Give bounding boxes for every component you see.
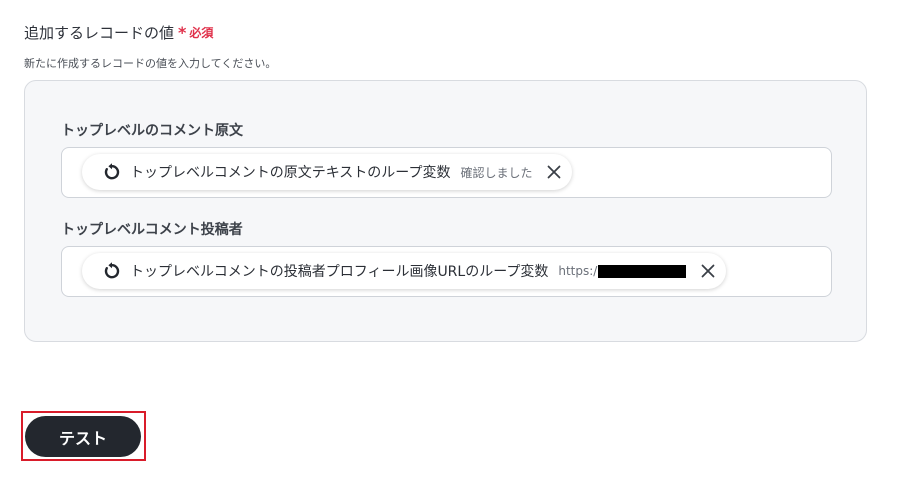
redacted-block [598, 264, 687, 278]
loop-variable-icon [104, 163, 120, 180]
test-button[interactable]: テスト [25, 416, 141, 457]
chip-label: トップレベルコメントの投稿者プロフィール画像URLのループ変数 [130, 264, 549, 280]
chip-label: トップレベルコメントの原文テキストのループ変数 [130, 165, 451, 181]
variable-chip[interactable]: トップレベルコメントの投稿者プロフィール画像URLのループ変数 https:/ [82, 253, 727, 289]
close-icon[interactable] [546, 164, 562, 180]
section-title-text: 追加するレコードの値 [24, 24, 175, 42]
required-star: * [178, 23, 187, 42]
record-values-panel: トップレベルのコメント原文 トップレベルコメントの原文テキストのループ変数 確認… [24, 80, 867, 342]
variable-chip[interactable]: トップレベルコメントの原文テキストのループ変数 確認しました [82, 154, 573, 190]
chip-value: 確認しました [460, 164, 532, 181]
field-input-comment-author[interactable]: トップレベルコメントの投稿者プロフィール画像URLのループ変数 https:/ [61, 246, 832, 297]
chip-value-text: https:/ [558, 264, 598, 278]
required-label: 必須 [189, 26, 214, 40]
close-icon[interactable] [700, 263, 716, 279]
field-label-comment-author: トップレベルコメント投稿者 [61, 222, 243, 238]
section-title: 追加するレコードの値 * 必須 [24, 22, 213, 43]
field-label-comment-text: トップレベルのコメント原文 [61, 123, 243, 139]
section-description: 新たに作成するレコードの値を入力してください。 [24, 57, 277, 70]
chip-value-text: 確認しました [460, 165, 533, 180]
chip-value: https:/ [558, 264, 687, 278]
loop-variable-icon [104, 262, 120, 279]
field-input-comment-text[interactable]: トップレベルコメントの原文テキストのループ変数 確認しました [61, 147, 832, 198]
